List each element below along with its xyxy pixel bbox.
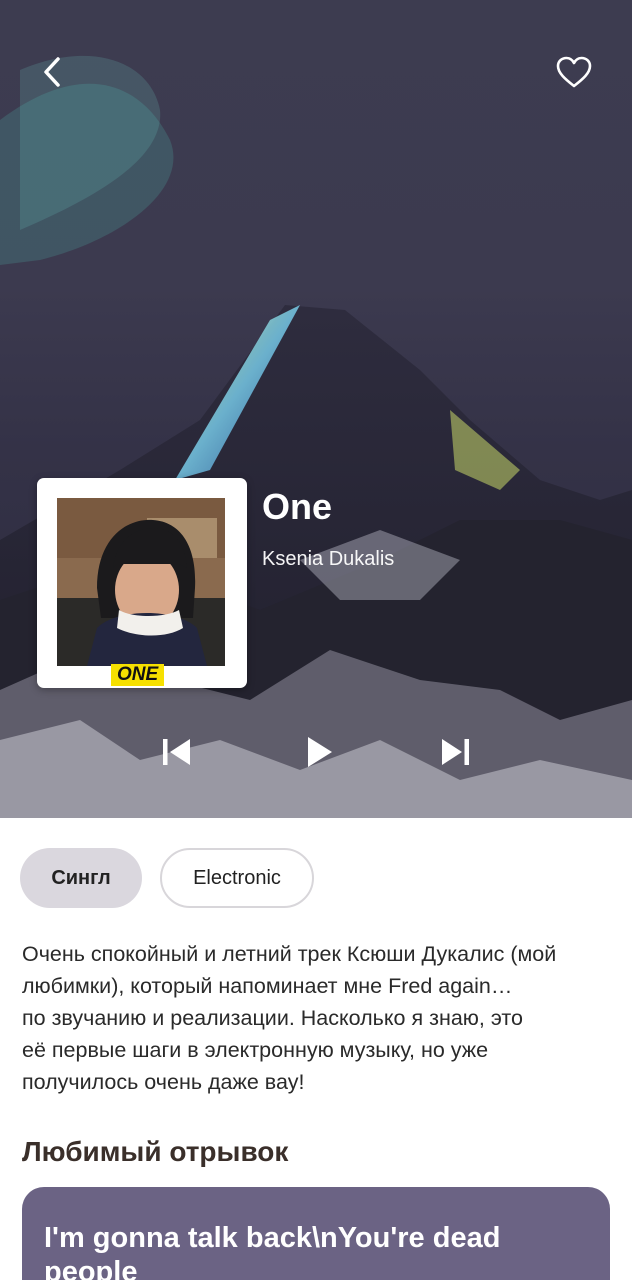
track-title: One (262, 486, 333, 527)
favorite-button[interactable] (552, 50, 596, 94)
track-artist: Ksenia Dukalis (262, 548, 395, 570)
tag-list: Сингл Electronic (20, 848, 314, 908)
tag-genre[interactable]: Electronic (160, 848, 314, 908)
play-button[interactable] (295, 728, 343, 776)
chevron-left-icon (44, 57, 60, 87)
hero-section: ONE One Ksenia Dukalis (0, 0, 632, 818)
album-cover: ONE (37, 478, 247, 688)
previous-button[interactable] (152, 728, 200, 776)
favorite-quote-text: I'm gonna talk back\nYou're dead people (44, 1222, 501, 1280)
heart-outline-icon (556, 56, 592, 88)
track-description: Очень спокойный и летний трек Ксюши Дука… (22, 942, 557, 1094)
cover-art (57, 498, 225, 666)
favorite-quote-card: I'm gonna talk back\nYou're dead people (22, 1187, 610, 1280)
next-button[interactable] (432, 728, 480, 776)
play-icon (308, 737, 332, 767)
cover-badge: ONE (111, 664, 165, 686)
skip-previous-icon (163, 739, 190, 765)
back-button[interactable] (30, 50, 74, 94)
skip-next-icon (442, 739, 469, 765)
mountain-background (0, 0, 632, 818)
favorite-section-title: Любимый отрывок (22, 1136, 289, 1167)
tag-single[interactable]: Сингл (20, 848, 142, 908)
